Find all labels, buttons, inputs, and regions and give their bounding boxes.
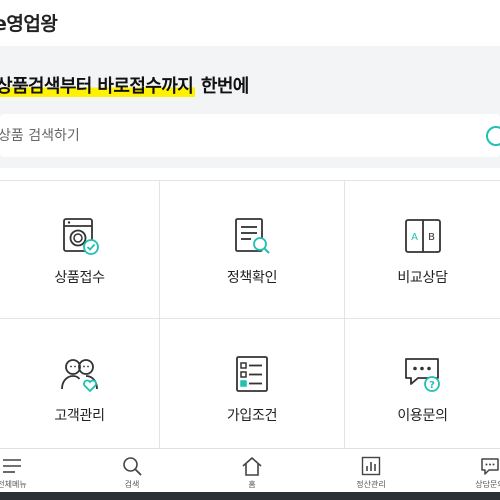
compare-ab-icon: A B [404,219,441,253]
menu-item-compare[interactable]: A B 비교상담 [345,181,500,319]
svg-text:A: A [411,232,418,243]
menu-label: 비교상담 [397,270,448,286]
nav-label: 상담문의 [475,480,500,489]
svg-text:B: B [428,232,435,243]
customers-heart-icon [60,359,98,393]
banner-headline: 상품검색부터 바로접수까지 한번에 [0,72,249,98]
menu-label: 가입조건 [226,408,278,424]
headline-highlight: 상품검색부터 바로접수까지 [0,76,196,97]
app-header: e영업왕 [0,0,500,46]
nav-home[interactable]: 홈 [222,449,282,493]
system-bar [0,492,500,500]
search-input[interactable] [0,114,468,157]
search-panel: 상품검색부터 바로접수까지 한번에 [0,46,500,168]
nav-label: 정산관리 [356,480,386,489]
svg-text:?: ? [429,380,435,391]
search-box [0,114,500,157]
menu-label: 이용문의 [397,408,448,424]
menu-grid: 상품접수 정책확인 A B 비교상담 고객관리 가입조건 ? 이용문의 [0,180,500,449]
nav-label: 홈 [248,480,256,489]
document-search-icon [235,218,270,254]
headline-rest: 한번에 [195,76,249,97]
menu-label: 상품접수 [54,270,105,286]
washing-machine-check-icon [62,218,99,255]
search-icon [123,457,142,476]
search-icon[interactable] [486,126,500,146]
chat-question-icon: ? [404,358,440,392]
nav-search[interactable]: 검색 [102,449,162,493]
nav-settlement[interactable]: 정산관리 [341,449,401,493]
menu-item-policy-check[interactable]: 정책확인 [160,181,345,319]
nav-label: 검색 [124,480,140,489]
nav-label: 전체메뉴 [0,480,27,489]
nav-consult[interactable]: 상담문의 [460,449,500,493]
nav-all-menu[interactable]: 전체메뉴 [0,449,42,493]
bottom-nav: 전체메뉴 검색 홈 정산관리 상담문의 [0,448,500,492]
checklist-icon [236,356,268,392]
menu-item-join-conditions[interactable]: 가입조건 [160,319,345,449]
menu-item-inquiry[interactable]: ? 이용문의 [345,319,500,449]
hamburger-menu-icon [3,459,21,473]
home-icon [242,457,262,476]
app-title: e영업왕 [0,13,58,35]
menu-item-product-receipt[interactable]: 상품접수 [0,181,160,319]
menu-label: 정책확인 [226,270,278,286]
chat-bubble-icon [481,458,499,475]
menu-label: 고객관리 [54,408,105,424]
bar-chart-icon [361,456,381,476]
menu-item-customer-manage[interactable]: 고객관리 [0,319,160,449]
